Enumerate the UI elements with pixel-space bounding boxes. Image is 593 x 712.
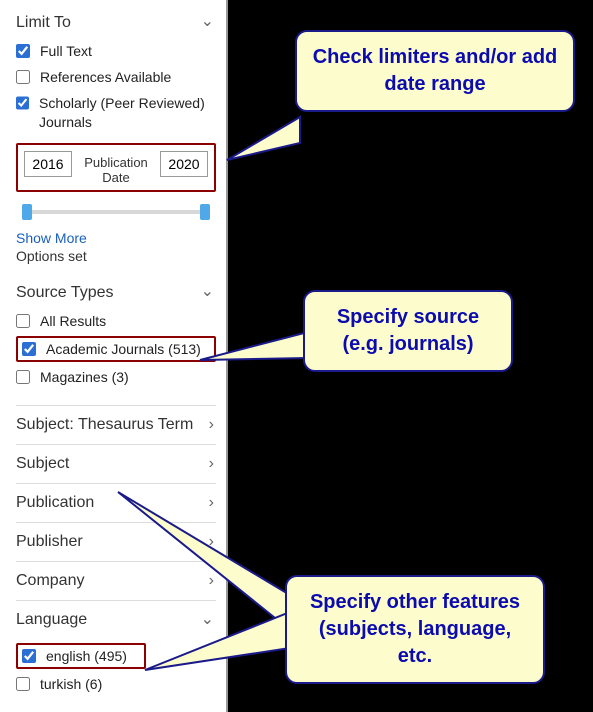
slider-track xyxy=(28,210,204,214)
section-source-types[interactable]: Source Types ⌄ xyxy=(16,276,216,308)
slider-handle-left[interactable] xyxy=(22,204,32,220)
callout-limiters: Check limiters and/or add date range xyxy=(295,30,575,112)
chevron-right-icon: › xyxy=(209,417,214,433)
language-turkish-checkbox[interactable] xyxy=(16,677,30,691)
limiter-full-text-checkbox[interactable] xyxy=(16,44,30,58)
section-limit-to[interactable]: Limit To ⌄ xyxy=(16,6,216,38)
date-range-box: Publication Date xyxy=(16,143,216,192)
callout-limiters-text: Check limiters and/or add date range xyxy=(313,46,558,95)
date-slider[interactable] xyxy=(22,204,210,220)
section-limit-to-label: Limit To xyxy=(16,14,71,31)
limiter-scholarly[interactable]: Scholarly (Peer Reviewed) Journals xyxy=(16,90,216,134)
show-more-link[interactable]: Show More xyxy=(16,230,216,246)
facet-publication-label: Publication xyxy=(16,494,94,511)
facet-language-label: Language xyxy=(16,611,87,628)
facet-publisher-label: Publisher xyxy=(16,533,83,550)
facet-subject-thesaurus-label: Subject: Thesaurus Term xyxy=(16,416,193,433)
options-set-text: Options set xyxy=(16,248,216,264)
source-journals-label: Academic Journals (513) xyxy=(46,340,201,358)
slider-handle-right[interactable] xyxy=(200,204,210,220)
facet-subject-label: Subject xyxy=(16,455,69,472)
facet-subject-thesaurus[interactable]: Subject: Thesaurus Term › xyxy=(16,405,216,444)
source-magazines-checkbox[interactable] xyxy=(16,370,30,384)
limiter-scholarly-label: Scholarly (Peer Reviewed) Journals xyxy=(39,94,216,130)
language-turkish-label: turkish (6) xyxy=(40,675,102,693)
date-to-input[interactable] xyxy=(160,151,208,177)
source-magazines[interactable]: Magazines (3) xyxy=(16,364,216,390)
source-magazines-label: Magazines (3) xyxy=(40,368,129,386)
source-academic-journals-highlight: Academic Journals (513) xyxy=(16,336,216,362)
source-all-label: All Results xyxy=(40,312,106,330)
callout-tail-1 xyxy=(225,115,315,165)
limiter-references[interactable]: References Available xyxy=(16,64,216,90)
limiter-references-checkbox[interactable] xyxy=(16,70,30,84)
callout-source-text: Specify source (e.g. journals) xyxy=(337,306,479,355)
chevron-down-icon: ⌄ xyxy=(201,14,214,30)
limiter-scholarly-checkbox[interactable] xyxy=(16,96,29,110)
chevron-down-icon: ⌄ xyxy=(201,284,214,300)
callout-source: Specify source (e.g. journals) xyxy=(303,290,513,372)
source-journals-checkbox[interactable] xyxy=(22,342,36,356)
callout-tail-3 xyxy=(110,490,310,670)
callout-features: Specify other features (subjects, langua… xyxy=(285,575,545,684)
language-english-checkbox[interactable] xyxy=(22,649,36,663)
callout-features-text: Specify other features (subjects, langua… xyxy=(310,591,520,667)
limiter-references-label: References Available xyxy=(40,68,171,86)
source-academic-journals[interactable]: Academic Journals (513) xyxy=(22,340,210,358)
chevron-right-icon: › xyxy=(209,456,214,472)
limiter-full-text-label: Full Text xyxy=(40,42,92,60)
section-source-types-label: Source Types xyxy=(16,284,114,301)
facet-company-label: Company xyxy=(16,572,84,589)
date-from-input[interactable] xyxy=(24,151,72,177)
source-all-results[interactable]: All Results xyxy=(16,308,216,334)
callout-tail-2 xyxy=(198,330,318,370)
source-all-checkbox[interactable] xyxy=(16,314,30,328)
limiter-full-text[interactable]: Full Text xyxy=(16,38,216,64)
language-turkish[interactable]: turkish (6) xyxy=(16,671,216,697)
date-range-label: Publication Date xyxy=(80,151,152,186)
facet-subject[interactable]: Subject › xyxy=(16,444,216,483)
